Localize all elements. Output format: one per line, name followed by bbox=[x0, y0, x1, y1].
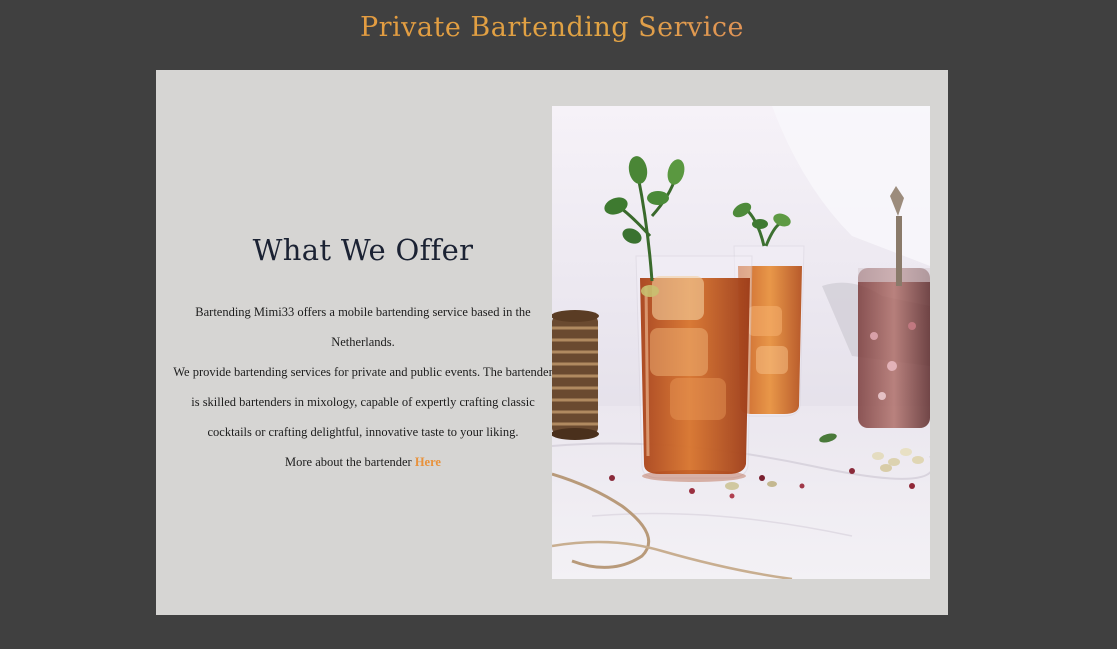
twine-spool bbox=[552, 310, 599, 440]
offer-description: Bartending Mimi33 offers a mobile barten… bbox=[170, 297, 556, 477]
site-title: Private Bartending Service bbox=[0, 12, 1104, 43]
offer-paragraph-2: We provide bartending services for priva… bbox=[173, 365, 553, 439]
bartender-link[interactable]: Here bbox=[415, 455, 441, 469]
offer-card: What We Offer Bartending Mimi33 offers a… bbox=[156, 70, 948, 615]
cocktail-photo bbox=[552, 106, 930, 579]
section-heading: What We Offer bbox=[252, 233, 474, 267]
offer-paragraph-1: Bartending Mimi33 offers a mobile barten… bbox=[195, 305, 531, 349]
cocktail-illustration bbox=[552, 106, 930, 579]
more-about-text: More about the bartender bbox=[285, 455, 415, 469]
offer-text-column: What We Offer Bartending Mimi33 offers a… bbox=[156, 70, 570, 615]
more-about-line: More about the bartender Here bbox=[170, 447, 556, 477]
